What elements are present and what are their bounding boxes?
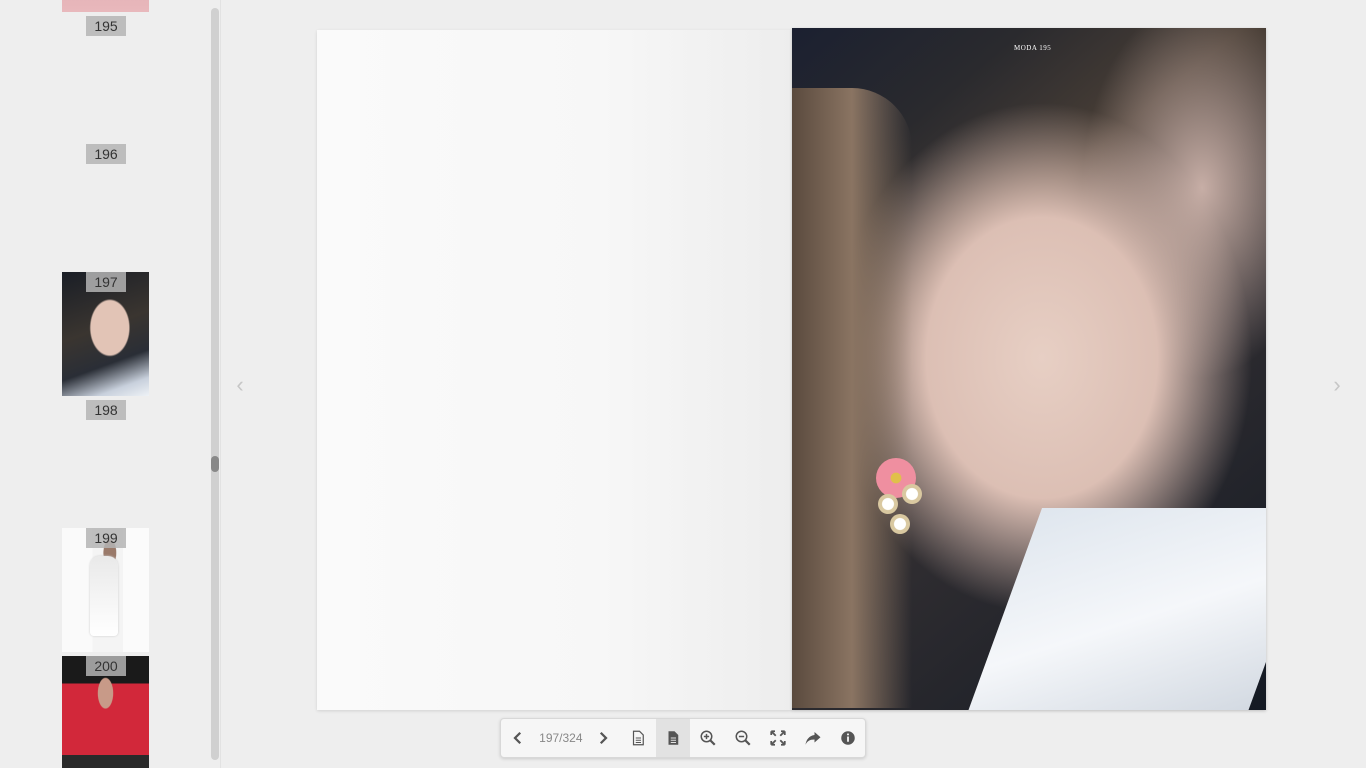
thumbnail-label-196: 196	[86, 144, 126, 164]
share-icon	[805, 732, 821, 745]
chevron-right-icon	[600, 731, 608, 745]
earring-gem	[878, 494, 898, 514]
next-page-button[interactable]	[586, 719, 621, 757]
reader-toolbar: 197/324	[500, 718, 866, 758]
zoom-out-icon	[735, 730, 751, 746]
left-page-blank	[317, 30, 792, 710]
fullscreen-button[interactable]	[760, 719, 795, 757]
photo-shirt	[961, 508, 1266, 710]
double-page-view-button[interactable]	[655, 719, 691, 757]
sidebar-scrollbar-thumb[interactable]	[211, 456, 219, 472]
previous-page-arrow[interactable]: ‹	[232, 372, 248, 398]
thumbnail-label-200: 200	[86, 656, 126, 676]
thumbnail-label-199: 199	[86, 528, 126, 548]
zoom-in-button[interactable]	[690, 719, 725, 757]
single-page-view-button[interactable]	[621, 719, 656, 757]
photo-earring	[876, 458, 930, 538]
sidebar-scrollbar-track[interactable]	[211, 8, 219, 760]
thumbnail-label-198: 198	[86, 400, 126, 420]
next-page-arrow[interactable]: ›	[1329, 372, 1345, 398]
fullscreen-icon	[770, 730, 786, 746]
right-page-photo: MODA 195	[792, 28, 1266, 710]
thumbnail-list: 195 196 197 198 199 200	[0, 0, 210, 768]
photo-hair	[792, 88, 912, 708]
thumbnail-label-195: 195	[86, 16, 126, 36]
chevron-left-icon	[513, 731, 522, 745]
info-icon	[840, 731, 855, 745]
share-button[interactable]	[795, 719, 830, 757]
thumbnail-page-195[interactable]	[62, 0, 149, 12]
zoom-in-icon	[700, 730, 716, 746]
single-page-icon	[633, 730, 644, 746]
thumbnail-sidebar: 195 196 197 198 199 200	[0, 0, 221, 768]
earring-gem	[890, 514, 910, 534]
thumbnail-figure	[90, 556, 118, 636]
double-page-icon	[668, 731, 679, 745]
thumbnail-label-197: 197	[86, 272, 126, 292]
right-page-header: MODA 195	[1014, 44, 1052, 52]
earring-gem	[902, 484, 922, 504]
page-counter: 197/324	[539, 731, 583, 745]
prev-page-button[interactable]	[501, 719, 536, 757]
info-button[interactable]	[830, 719, 865, 757]
zoom-out-button[interactable]	[725, 719, 760, 757]
